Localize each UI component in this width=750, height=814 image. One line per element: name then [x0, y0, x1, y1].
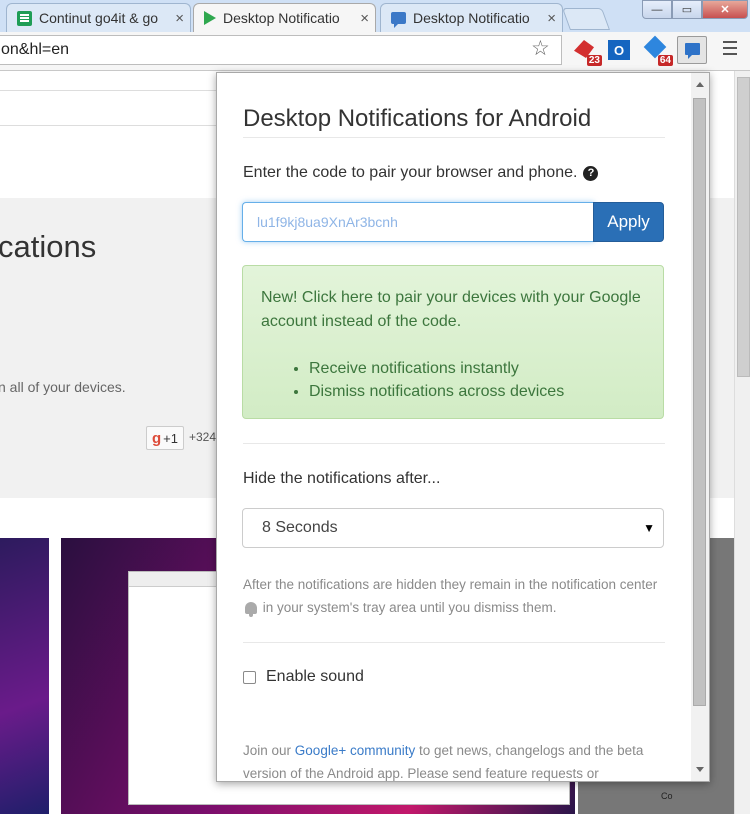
desktop-notifications-extension-button[interactable]: [677, 36, 707, 64]
hide-after-value: 8 Seconds: [262, 519, 338, 536]
screenshot-caption: Co: [661, 791, 673, 801]
pair-instruction-text: Enter the code to pair your browser and …: [243, 164, 578, 181]
gplus-count: +324: [189, 430, 217, 444]
close-icon[interactable]: ×: [547, 10, 556, 27]
hide-help-text: After the notifications are hidden they …: [243, 577, 658, 592]
extension-badge: 64: [657, 55, 673, 66]
outlook-extension-button[interactable]: O: [606, 38, 632, 64]
maximize-button[interactable]: ▭: [672, 0, 702, 19]
alert-bullet: Receive notifications instantly: [309, 357, 645, 380]
bookmark-star-icon[interactable]: ☆: [531, 36, 550, 61]
pair-instruction: Enter the code to pair your browser and …: [243, 164, 599, 182]
tab-desktop-notifications[interactable]: Desktop Notificatio ×: [380, 3, 563, 32]
divider: [243, 137, 665, 138]
tab-strip: Continut go4it & go × Desktop Notificati…: [0, 0, 750, 32]
pairing-code-input[interactable]: [242, 202, 594, 242]
extension-popup: Desktop Notifications for Android Enter …: [216, 72, 710, 782]
help-icon[interactable]: ?: [583, 165, 599, 181]
google-account-pair-alert[interactable]: New! Click here to pair your devices wit…: [242, 265, 664, 419]
gplus-icon: g: [152, 429, 162, 447]
chat-bubble-icon: [685, 43, 700, 59]
play-store-icon: [204, 11, 216, 25]
bell-icon: [245, 602, 257, 618]
alert-bullet: Dismiss notifications across devices: [309, 380, 645, 403]
close-icon[interactable]: ×: [175, 10, 184, 27]
tab-desktop-notifications-store[interactable]: Desktop Notificatio ×: [193, 3, 376, 32]
extension-badge: 23: [586, 55, 602, 66]
divider: [243, 642, 665, 643]
page-scrollbar[interactable]: [734, 71, 750, 814]
hide-after-select[interactable]: 8 Seconds ▼: [242, 508, 664, 548]
popup-scrollbar[interactable]: [691, 73, 709, 781]
app-title-fragment: cations: [0, 229, 97, 264]
alert-text: New! Click here to pair your devices wit…: [261, 289, 641, 330]
enable-sound-checkbox[interactable]: [243, 670, 256, 684]
hide-after-label: Hide the notifications after...: [243, 470, 441, 487]
tab-label: Continut go4it & go: [39, 10, 159, 26]
red-extension-button[interactable]: 23: [572, 38, 602, 66]
gplus-button[interactable]: g +1: [146, 426, 184, 450]
gplus-label: +1: [163, 430, 178, 446]
dropdown-arrow-icon: ▼: [643, 521, 655, 535]
chat-bubble-icon: [391, 12, 406, 28]
browser-toolbar: on&hl=en: [0, 32, 750, 71]
close-icon[interactable]: ×: [360, 10, 369, 27]
scroll-up-icon[interactable]: [696, 82, 704, 87]
screenshot-thumbnail[interactable]: [0, 538, 49, 814]
alert-bullets: Receive notifications instantly Dismiss …: [261, 357, 645, 403]
popup-scrollbar-thumb[interactable]: [693, 98, 706, 706]
app-subtitle-fragment: n all of your devices.: [0, 379, 126, 395]
enable-sound-label[interactable]: Enable sound: [266, 668, 364, 686]
minimize-button[interactable]: —: [642, 0, 672, 19]
google-plus-community-link[interactable]: Google+ community: [295, 743, 415, 758]
community-footer: Join our Google+ community to get news, …: [243, 739, 663, 781]
scroll-down-icon[interactable]: [696, 767, 704, 772]
hide-after-help: After the notifications are hidden they …: [243, 573, 663, 619]
tab-spreadsheet[interactable]: Continut go4it & go ×: [6, 3, 191, 32]
enable-sound-row[interactable]: Enable sound: [243, 668, 364, 686]
popup-title: Desktop Notifications for Android: [243, 105, 592, 132]
divider: [243, 443, 665, 444]
spreadsheet-icon: [17, 10, 32, 26]
hamburger-menu-icon[interactable]: [723, 41, 737, 59]
tab-label: Desktop Notificatio: [223, 10, 340, 26]
address-bar[interactable]: on&hl=en: [0, 35, 562, 65]
window-controls: — ▭ ✕: [642, 0, 748, 20]
blue-diamond-extension-button[interactable]: 64: [643, 35, 673, 66]
footer-text: Join our: [243, 743, 292, 758]
apply-button[interactable]: Apply: [593, 202, 664, 242]
outlook-icon: O: [608, 40, 630, 60]
scrollbar-thumb[interactable]: [737, 77, 750, 377]
new-tab-button[interactable]: [561, 8, 611, 30]
close-window-button[interactable]: ✕: [702, 0, 748, 19]
hide-help-text-end: in your system's tray area until you dis…: [262, 600, 557, 615]
tab-label: Desktop Notificatio: [413, 10, 530, 26]
